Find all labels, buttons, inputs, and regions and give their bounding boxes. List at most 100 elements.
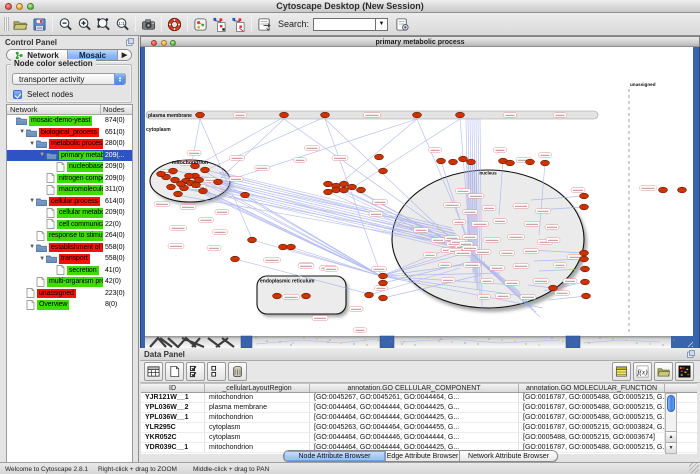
zoom-in-icon[interactable]: [75, 15, 94, 34]
tree-row-count: 41(0): [103, 267, 132, 274]
search-label: Search:: [278, 19, 309, 29]
tree-row[interactable]: cell communication22(0): [7, 219, 132, 231]
delete-attribute-icon[interactable]: [228, 362, 247, 381]
import-attributes-icon[interactable]: [654, 362, 673, 381]
vizmapper-icon[interactable]: [191, 15, 210, 34]
tree-row-count: 8(0): [103, 301, 132, 308]
plasma-membrane-label: plasma membrane: [148, 113, 192, 119]
control-panel-header: Control Panel: [0, 36, 139, 48]
tree-row[interactable]: nitrogen compound209(0): [7, 173, 132, 185]
folder-icon: [46, 254, 57, 263]
snapshot-camera-icon[interactable]: [139, 15, 158, 34]
tree-row-count: 209(0): [103, 209, 132, 216]
tab-overflow-arrow[interactable]: ▶: [118, 50, 131, 60]
column-header[interactable]: annotation.GO CELLULAR_COMPONENT: [310, 384, 519, 392]
select-nodes-checkbox[interactable]: [13, 90, 22, 99]
tree-row[interactable]: macromolecule met311(0): [7, 184, 132, 196]
column-header[interactable]: ID: [141, 384, 205, 392]
column-header[interactable]: _cellularLayoutRegion: [205, 384, 310, 392]
endoplasmic-reticulum-label: endoplasmic reticulum: [260, 279, 315, 285]
tree-table-header[interactable]: Network Nodes: [7, 105, 132, 115]
tab-edge-attribute-browser[interactable]: Edge Attribute Browser: [386, 451, 460, 461]
tab-network-attribute-browser[interactable]: Network Attribute Browser: [460, 451, 557, 461]
table-row[interactable]: YPL036W__2plasma membrane[GO:0044464, GO…: [141, 403, 697, 413]
unselect-attributes-icon[interactable]: [207, 362, 226, 381]
open-folder-icon[interactable]: [11, 15, 30, 34]
chevron-down-icon[interactable]: ▼: [375, 18, 388, 31]
table-cell: YDR039C__1: [141, 443, 205, 452]
tree-row[interactable]: secretion41(0): [7, 265, 132, 277]
table-row[interactable]: YPL036W__1mitochondrion[GO:0044464, GO:0…: [141, 413, 697, 423]
matrix-icon[interactable]: [675, 362, 694, 381]
folder-icon: [46, 151, 57, 160]
expanded-twisty-icon[interactable]: ▼: [19, 129, 25, 135]
function-builder-icon[interactable]: [633, 362, 652, 381]
tree-row[interactable]: ▼transport558(0): [7, 253, 132, 265]
float-window-icon[interactable]: [687, 350, 695, 358]
background-frames-sliver: [145, 336, 698, 348]
scroll-down-icon[interactable]: ▼: [666, 442, 676, 453]
tree-row[interactable]: response to stimulu264(0): [7, 230, 132, 242]
tree-row[interactable]: ▼cellular process614(0): [7, 196, 132, 208]
save-icon[interactable]: [30, 15, 49, 34]
tree-row-count: 22(0): [103, 221, 132, 228]
scrollbar-thumb[interactable]: [667, 395, 675, 412]
new-network-view-icon[interactable]: [210, 15, 229, 34]
scroll-up-icon[interactable]: ▲: [666, 431, 676, 442]
expanded-twisty-icon[interactable]: ▼: [29, 141, 35, 147]
folder-icon: [36, 243, 47, 252]
float-window-icon[interactable]: [126, 38, 134, 46]
tree-row-count: 223(0): [103, 290, 132, 297]
import-network-icon[interactable]: [255, 15, 274, 34]
expanded-twisty-icon[interactable]: ▼: [29, 198, 35, 204]
tab-node-attribute-browser[interactable]: Node Attribute Browser: [284, 451, 386, 461]
table-row[interactable]: YKR052Ccytoplasm[GO:0044464, GO:0044446,…: [141, 433, 697, 443]
resize-grip[interactable]: [689, 463, 699, 473]
expanded-twisty-icon[interactable]: ▼: [39, 256, 45, 262]
column-header[interactable]: annotation.GO MOLECULAR_FUNCTION: [519, 384, 665, 392]
tree-row-count: 280(0): [103, 140, 132, 147]
tree-row-count: 874(0): [103, 117, 132, 124]
toolbar-separator: [135, 16, 136, 32]
zoom-selected-icon[interactable]: [94, 15, 113, 34]
tree-row[interactable]: mosaic-demo-yeast874(0): [7, 115, 132, 127]
tree-row[interactable]: nucleobase-contain209(0): [7, 161, 132, 173]
table-row[interactable]: YJR121W__1mitochondrion[GO:0045267, GO:0…: [141, 393, 697, 403]
tree-row[interactable]: ▼primary metabolic p209(...: [7, 150, 132, 162]
expanded-twisty-icon[interactable]: ▼: [39, 152, 45, 158]
status-hint-zoom: Right-click + drag to ZOOM: [98, 466, 177, 473]
table-cell: [GO:0016787, GO:0005488, GO:0005215, G..…: [519, 403, 665, 412]
tree-row[interactable]: Overview8(0): [7, 299, 132, 311]
tree-row[interactable]: ▼metabolic process280(0): [7, 138, 132, 150]
tree-row[interactable]: cellular metabolic209(0): [7, 207, 132, 219]
data-panel-toolbar: [140, 361, 700, 383]
expanded-twisty-icon[interactable]: ▼: [29, 244, 35, 250]
help-lifering-icon[interactable]: [165, 15, 184, 34]
new-attribute-icon[interactable]: [165, 362, 184, 381]
tree-row[interactable]: unassigned223(0): [7, 288, 132, 300]
tree-row[interactable]: ▼establishment of lo558(0): [7, 242, 132, 254]
search-area: Search: ▼: [278, 16, 410, 32]
node-color-combo[interactable]: transporter activity ▲▼: [12, 73, 126, 85]
table-scrollbar[interactable]: ▲ ▼: [665, 393, 677, 454]
attribute-grid-icon[interactable]: [144, 362, 163, 381]
combo-stepper-icon[interactable]: ▲▼: [114, 73, 125, 85]
zoom-actual-icon[interactable]: [113, 15, 132, 34]
cytoplasm-label: cytoplasm: [146, 127, 171, 133]
search-config-icon[interactable]: [394, 16, 410, 32]
attribute-editor-icon[interactable]: [612, 362, 631, 381]
network-graph[interactable]: plasma membranecytoplasmmitochondrionnuc…: [140, 47, 700, 348]
destroy-network-view-icon[interactable]: [229, 15, 248, 34]
zoom-out-icon[interactable]: [56, 15, 75, 34]
table-row[interactable]: YLR295Ccytoplasm[GO:0045263, GO:0044464,…: [141, 423, 697, 433]
network-view-frame: primary metabolic process plasma membran…: [140, 36, 700, 348]
attribute-table-header[interactable]: ID_cellularLayoutRegionannotation.GO CEL…: [141, 383, 697, 393]
tree-row[interactable]: ▼biological_process651(0): [7, 127, 132, 139]
network-frame-titlebar[interactable]: primary metabolic process: [140, 36, 700, 47]
window-titlebar[interactable]: Cytoscape Desktop (New Session): [0, 0, 700, 13]
network-canvas[interactable]: plasma membranecytoplasmmitochondrionnuc…: [140, 47, 700, 348]
select-attributes-icon[interactable]: [186, 362, 205, 381]
tree-row[interactable]: multi-organism pro42(0): [7, 276, 132, 288]
search-input[interactable]: [313, 18, 375, 31]
folder-icon: [36, 139, 47, 148]
